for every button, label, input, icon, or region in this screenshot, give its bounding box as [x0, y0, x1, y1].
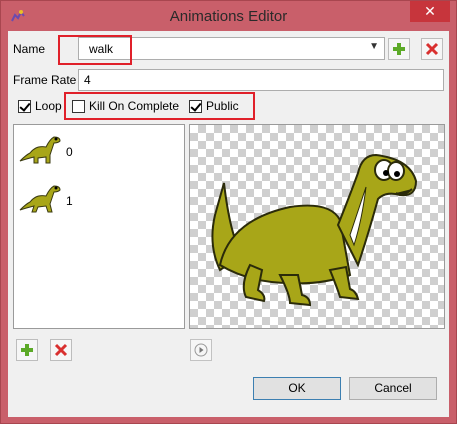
loop-checkbox[interactable] [18, 100, 31, 113]
frames-list[interactable]: 0 1 [13, 124, 185, 329]
plus-icon [393, 43, 405, 55]
frame-rate-value: 4 [84, 73, 91, 87]
frame-label: 1 [66, 194, 73, 208]
options-highlight-box [64, 92, 255, 120]
delete-animation-button[interactable] [421, 38, 443, 60]
plus-icon [21, 344, 33, 356]
cancel-button[interactable]: Cancel [349, 377, 437, 400]
dino-frame-icon [19, 136, 61, 164]
title-bar[interactable]: Animations Editor ✕ [1, 1, 456, 31]
name-label: Name [13, 42, 46, 56]
dinosaur-preview-image [211, 153, 418, 307]
animations-editor-window: Animations Editor ✕ Name walk ▼ Frame Ra… [0, 0, 457, 424]
frame-rate-input[interactable]: 4 [78, 69, 444, 91]
chevron-down-icon[interactable]: ▼ [369, 41, 379, 52]
play-button[interactable] [190, 339, 212, 361]
dino-frame-icon [19, 185, 61, 213]
add-frame-button[interactable] [16, 339, 38, 361]
loop-label: Loop [35, 99, 62, 113]
x-icon [425, 42, 439, 56]
frame-label: 0 [66, 145, 73, 159]
animation-preview-canvas [189, 124, 445, 329]
frame-item-0[interactable]: 0 [18, 131, 178, 171]
name-highlight-box [58, 35, 132, 65]
window-title: Animations Editor [169, 8, 288, 25]
ok-button[interactable]: OK [253, 377, 341, 400]
frame-item-1[interactable]: 1 [18, 180, 178, 220]
delete-frame-button[interactable] [50, 339, 72, 361]
x-icon [54, 343, 68, 357]
dialog-client-area: Name walk ▼ Frame Rate 4 Loop Kill On Co… [8, 31, 449, 417]
add-animation-button[interactable] [388, 38, 410, 60]
play-icon [194, 343, 208, 357]
frame-rate-label: Frame Rate [13, 73, 77, 87]
window-close-button[interactable]: ✕ [410, 1, 450, 22]
